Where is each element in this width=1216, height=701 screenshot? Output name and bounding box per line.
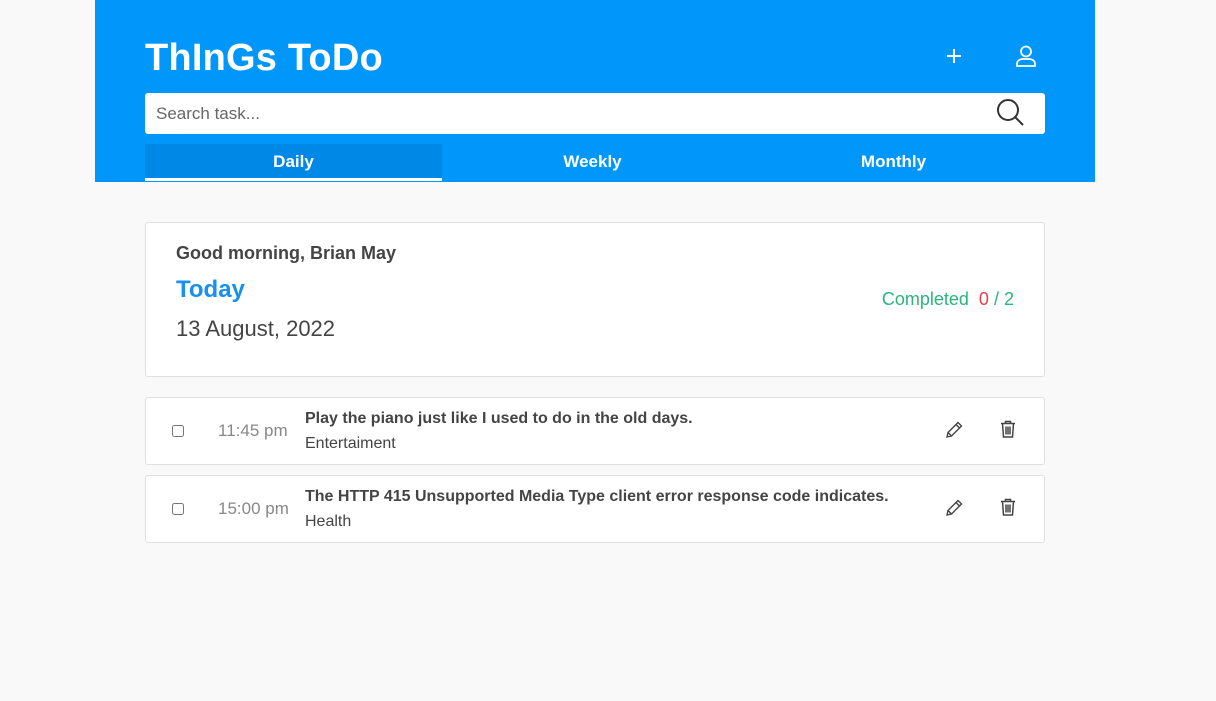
count-separator: / <box>993 289 999 309</box>
task-checkbox[interactable] <box>172 503 184 515</box>
app-title: ThInGs ToDo <box>145 37 383 79</box>
tab-monthly[interactable]: Monthly <box>743 144 1044 182</box>
period-heading: Today <box>176 276 245 303</box>
search-icon[interactable] <box>995 97 1027 129</box>
task-category: Entertaiment <box>305 435 396 452</box>
total-count: 2 <box>1003 289 1014 309</box>
task-title: Play the piano just like I used to do in… <box>305 410 693 427</box>
pencil-icon[interactable] <box>943 419 965 441</box>
summary-card: Good morning, Brian May Today 13 August,… <box>145 222 1045 377</box>
task-item: 15:00 pm The HTTP 415 Unsupported Media … <box>145 475 1045 543</box>
task-item: 11:45 pm Play the piano just like I used… <box>145 397 1045 465</box>
add-task-button[interactable] <box>938 40 970 72</box>
task-checkbox[interactable] <box>172 425 184 437</box>
tab-daily-label: Daily <box>273 152 314 171</box>
trash-icon[interactable] <box>998 497 1018 517</box>
period-tabs: Daily Weekly Monthly <box>145 144 1048 182</box>
plus-icon <box>947 49 961 63</box>
user-profile-button[interactable] <box>1010 40 1042 72</box>
tab-weekly[interactable]: Weekly <box>442 144 743 182</box>
current-date: 13 August, 2022 <box>176 316 336 341</box>
task-title: The HTTP 415 Unsupported Media Type clie… <box>305 488 889 505</box>
greeting-text: Good morning, Brian May <box>176 243 397 263</box>
app-header: ThInGs ToDo Daily Weekly Monthly <box>95 0 1095 182</box>
trash-icon[interactable] <box>998 419 1018 439</box>
search-input[interactable] <box>145 93 985 134</box>
completed-status: Completed 0 / 2 <box>882 289 1014 310</box>
task-category: Health <box>305 513 352 530</box>
pencil-icon[interactable] <box>943 497 965 519</box>
completed-count: 0 <box>978 289 989 309</box>
tab-monthly-label: Monthly <box>860 152 927 171</box>
task-time: 15:00 pm <box>218 499 289 518</box>
completed-label: Completed <box>881 289 969 309</box>
user-icon <box>1016 45 1036 67</box>
task-time: 11:45 pm <box>218 421 288 440</box>
tab-daily[interactable]: Daily <box>145 144 442 181</box>
tab-weekly-label: Weekly <box>563 152 622 171</box>
search-bar <box>145 93 1045 134</box>
